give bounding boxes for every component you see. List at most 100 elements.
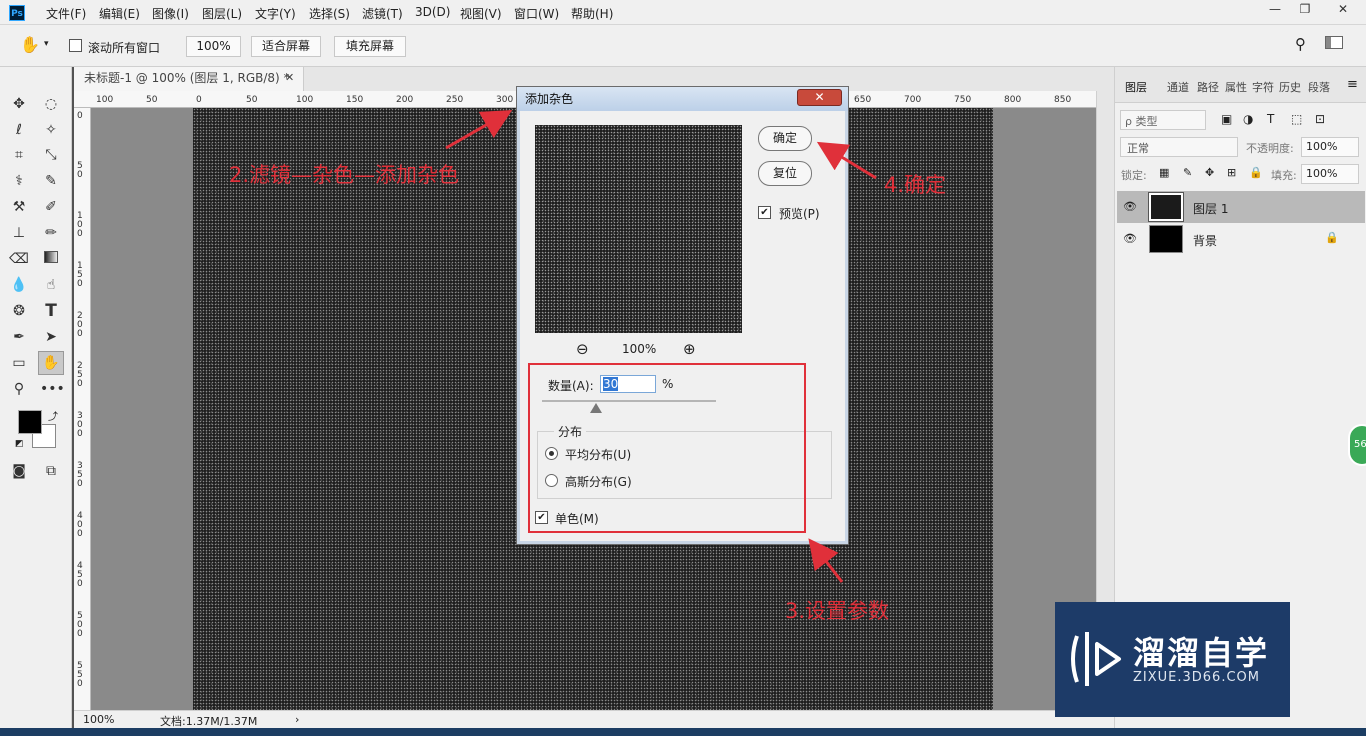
lock-artboard-icon[interactable]: ⊞ (1227, 166, 1236, 179)
menu-3d[interactable]: 3D(D) (415, 5, 450, 19)
menu-filter[interactable]: 滤镜(T) (362, 5, 403, 22)
screen-mode-icon[interactable]: ⧉ (40, 460, 62, 482)
layer-row-background[interactable]: 👁 背景 🔒 (1117, 223, 1365, 255)
lock-position-icon[interactable]: ✥ (1205, 166, 1214, 179)
type-filter-icon[interactable]: T (1267, 112, 1274, 126)
lock-pixels-icon[interactable]: ✎ (1183, 166, 1192, 179)
status-zoom[interactable]: 100% (83, 713, 114, 726)
eyedropper-icon[interactable]: ⤡ (40, 144, 62, 166)
panel-menu-icon[interactable]: ≡ (1347, 77, 1358, 92)
healing-brush-icon[interactable]: ⚕ (8, 170, 30, 192)
annotation-step4: 4.确定 (884, 173, 947, 197)
lock-transparency-icon[interactable]: ▦ (1159, 166, 1169, 179)
dodge-icon[interactable]: ❂ (8, 300, 30, 322)
pixel-filter-icon[interactable]: ▣ (1221, 112, 1232, 126)
menu-window[interactable]: 窗口(W) (514, 5, 559, 22)
close-tab-icon[interactable]: ✕ (285, 67, 294, 89)
fill-screen-button[interactable]: 填充屏幕 (334, 36, 406, 57)
workspace-icon[interactable] (1325, 36, 1343, 49)
tab-paths[interactable]: 路径 (1197, 79, 1219, 95)
rectangle-icon[interactable]: ▭ (8, 352, 30, 374)
chevron-down-icon[interactable]: ▾ (44, 39, 49, 49)
visibility-eye-icon[interactable]: 👁 (1123, 232, 1137, 245)
tab-paragraph[interactable]: 段落 (1308, 79, 1330, 95)
blend-mode-select[interactable]: 正常 (1120, 137, 1238, 157)
menu-edit[interactable]: 编辑(E) (99, 5, 140, 22)
fit-screen-button[interactable]: 适合屏幕 (251, 36, 321, 57)
adjust-filter-icon[interactable]: ◑ (1243, 112, 1253, 126)
move-tool-icon[interactable]: ✥ (8, 93, 30, 115)
gradient-icon[interactable] (40, 248, 62, 270)
side-badge[interactable]: 56 (1348, 424, 1366, 466)
history-brush-icon[interactable]: ✐ (40, 196, 62, 218)
zoom-tool-icon[interactable]: ⚲ (8, 378, 30, 400)
opacity-field[interactable]: 100% (1301, 137, 1359, 157)
scroll-all-checkbox[interactable] (69, 39, 82, 52)
tab-layers[interactable]: 图层 (1125, 79, 1147, 95)
eraser-icon[interactable]: ⌫ (8, 248, 30, 270)
pencil-icon[interactable]: ✎ (40, 170, 62, 192)
opacity-value: 100% (1306, 140, 1338, 153)
menu-file[interactable]: 文件(F) (46, 5, 86, 22)
swap-colors-icon[interactable]: ⤴ (48, 408, 58, 423)
noise-preview[interactable] (535, 125, 742, 333)
lasso-icon[interactable]: ℓ (8, 119, 30, 141)
dialog-close-button[interactable]: ✕ (797, 89, 842, 106)
shape-filter-icon[interactable]: ⬚ (1291, 112, 1302, 126)
default-colors-icon[interactable]: ◩ (15, 439, 24, 449)
lock-all-icon[interactable]: 🔒 (1249, 166, 1263, 179)
ellipse-marquee-icon[interactable]: ◌ (40, 93, 62, 115)
zoom-in-icon[interactable]: ⊕ (683, 340, 696, 358)
menu-type[interactable]: 文字(Y) (255, 5, 296, 22)
document-tab[interactable]: 未标题-1 @ 100% (图层 1, RGB/8) * ✕ (74, 67, 304, 91)
menu-select[interactable]: 选择(S) (309, 5, 350, 22)
menu-image[interactable]: 图像(I) (152, 5, 189, 22)
menu-view[interactable]: 视图(V) (460, 5, 502, 22)
smudge-icon[interactable]: ☝ (40, 274, 62, 296)
play-logo-icon (1071, 632, 1121, 686)
tab-character[interactable]: 字符 (1252, 79, 1274, 95)
fill-field[interactable]: 100% (1301, 164, 1359, 184)
tab-properties[interactable]: 属性 (1225, 79, 1247, 95)
preview-label: 预览(P) (779, 207, 820, 221)
layer-row-layer1[interactable]: 👁 图层 1 (1117, 191, 1365, 223)
stamp-icon[interactable]: ⊥ (8, 222, 30, 244)
path-selection-icon[interactable]: ➤ (40, 326, 62, 348)
options-bar: ✋ ▾ 滚动所有窗口 100% 适合屏幕 填充屏幕 ⚲ (0, 25, 1366, 67)
visibility-eye-icon[interactable]: 👁 (1123, 200, 1137, 213)
minimize-button[interactable]: — (1260, 0, 1290, 20)
zoom-value-field[interactable]: 100% (186, 36, 241, 57)
reset-button[interactable]: 复位 (758, 161, 812, 186)
tab-channels[interactable]: 通道 (1167, 79, 1189, 95)
restore-button[interactable]: ❐ (1290, 0, 1320, 20)
type-tool-icon[interactable]: T (40, 300, 62, 322)
pen-icon[interactable]: ✒ (8, 326, 30, 348)
watermark-logo: 溜溜自学 ZIXUE.3D66.COM (1055, 602, 1290, 717)
hand-tool-active-icon[interactable]: ✋ (38, 351, 64, 375)
chevron-right-icon[interactable]: › (295, 713, 299, 726)
status-bar: 100% 文档:1.37M/1.37M › (74, 710, 1114, 728)
magic-wand-icon[interactable]: ✧ (40, 119, 62, 141)
ruler-label: 1 5 0 (77, 261, 83, 289)
hand-tool-icon[interactable]: ✋ (20, 35, 40, 54)
ruler-label: 1 0 0 (77, 211, 83, 239)
foreground-color-swatch[interactable] (18, 410, 42, 434)
crop-icon[interactable]: ⌗ (8, 144, 30, 166)
preview-checkbox[interactable]: ✔ (758, 206, 771, 219)
ok-button[interactable]: 确定 (758, 126, 812, 151)
search-icon[interactable]: ⚲ (1295, 35, 1306, 53)
parameters-highlight-box (528, 363, 806, 533)
quick-mask-icon[interactable]: ◙ (8, 460, 30, 482)
clone-stamp-icon[interactable]: ⚒ (8, 196, 30, 218)
menu-layer[interactable]: 图层(L) (202, 5, 242, 22)
tab-history[interactable]: 历史 (1279, 79, 1301, 95)
zoom-out-icon[interactable]: ⊖ (576, 340, 589, 358)
menu-help[interactable]: 帮助(H) (571, 5, 613, 22)
brush-icon[interactable]: ✏ (40, 222, 62, 244)
layer-kind-filter[interactable]: ρ 类型 (1120, 110, 1206, 130)
close-window-button[interactable]: ✕ (1324, 0, 1362, 20)
menu-bar: Ps 文件(F) 编辑(E) 图像(I) 图层(L) 文字(Y) 选择(S) 滤… (0, 0, 1366, 25)
smart-filter-icon[interactable]: ⊡ (1315, 112, 1325, 126)
blur-icon[interactable]: 💧 (8, 274, 30, 296)
more-tools-icon[interactable]: ••• (40, 378, 65, 400)
